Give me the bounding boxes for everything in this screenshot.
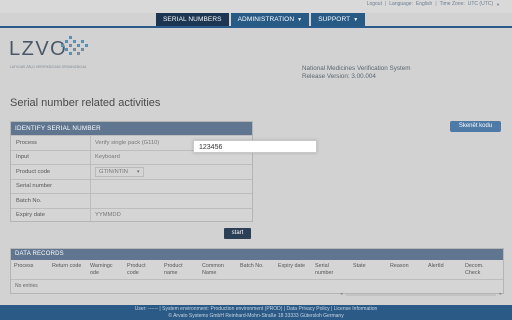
nav-underline bbox=[0, 26, 512, 28]
logo-subtitle: LATVIJAS ZĀĻU VERIFIKĀCIJAS ORGANIZĀCIJA bbox=[10, 65, 87, 69]
column-header[interactable]: Decom. Check bbox=[462, 260, 501, 279]
separator: | bbox=[435, 1, 437, 7]
chevron-down-icon: ▼ bbox=[135, 169, 141, 175]
logo-mark-icon bbox=[61, 36, 88, 55]
column-header[interactable]: Reason bbox=[387, 260, 425, 279]
tab-label: SERIAL NUMBERS bbox=[163, 16, 222, 23]
column-header[interactable]: Batch No. bbox=[237, 260, 275, 279]
top-bar: Logout | Language: English | Time Zone: … bbox=[0, 0, 512, 13]
chevron-down-icon[interactable]: ▼ bbox=[496, 2, 500, 7]
batch-label: Batch No. bbox=[16, 197, 42, 204]
expiry-row: Expiry date YYMMDD bbox=[11, 207, 252, 222]
data-records-panel: DATA RECORDS Process Return code Warning… bbox=[10, 248, 504, 294]
process-value: Verify single pack (G110) bbox=[95, 139, 160, 146]
timezone-select[interactable]: UTC (UTC) bbox=[468, 1, 493, 7]
serial-number-label: Serial number bbox=[16, 183, 53, 190]
serial-input-popup[interactable]: 123456 bbox=[193, 140, 317, 153]
system-name: National Medicines Verification System bbox=[302, 65, 411, 72]
records-table-header: Process Return code Warningc ode Product… bbox=[11, 260, 503, 280]
batch-field[interactable] bbox=[90, 194, 252, 208]
column-header[interactable]: Common Name bbox=[199, 260, 237, 279]
identify-serial-panel: IDENTIFY SERIAL NUMBER Process Verify si… bbox=[10, 121, 253, 222]
empty-message: No entries bbox=[15, 283, 38, 289]
tab-label: SUPPORT bbox=[318, 16, 351, 23]
serial-number-row: Serial number bbox=[11, 178, 252, 193]
logout-link[interactable]: Logout bbox=[367, 1, 382, 7]
main-nav: SERIAL NUMBERS ADMINISTRATION ▼ SUPPORT ▼ bbox=[156, 13, 367, 26]
column-header[interactable]: Product name bbox=[161, 260, 199, 279]
column-header[interactable]: Process bbox=[11, 260, 49, 279]
footer: User: ------ | System environment: Produ… bbox=[0, 305, 512, 320]
process-label: Process bbox=[16, 139, 37, 146]
product-code-cell: GTIN/NTIN ▼ bbox=[90, 165, 252, 179]
product-code-value: GTIN/NTIN bbox=[99, 168, 128, 175]
batch-row: Batch No. bbox=[11, 193, 252, 208]
input-label: Input bbox=[16, 154, 29, 161]
expiry-label: Expiry date bbox=[16, 212, 45, 219]
lzvo-logo: LZVO LATVIJAS ZĀĻU VERIFIKĀCIJAS ORGANIZ… bbox=[9, 36, 88, 69]
expiry-field[interactable]: YYMMDD bbox=[90, 208, 252, 222]
serial-number-field[interactable] bbox=[90, 179, 252, 193]
top-links: Logout | Language: English | Time Zone: … bbox=[367, 1, 500, 7]
column-header[interactable]: Serial number bbox=[312, 260, 350, 279]
scroll-track[interactable] bbox=[346, 294, 496, 296]
records-header: DATA RECORDS bbox=[11, 249, 503, 260]
scroll-left-icon[interactable]: ◂ bbox=[340, 291, 343, 297]
product-code-label: Product code bbox=[16, 168, 51, 175]
column-header[interactable]: AlertId bbox=[425, 260, 462, 279]
footer-copyright: © Arvato Systems GmbH Reinhard-Mohn-Stra… bbox=[168, 312, 344, 319]
panel-header: IDENTIFY SERIAL NUMBER bbox=[11, 122, 252, 135]
separator: | bbox=[384, 1, 387, 7]
start-button[interactable]: start bbox=[224, 228, 251, 239]
language-label: Language: bbox=[389, 1, 413, 7]
chevron-down-icon: ▼ bbox=[297, 17, 303, 23]
tab-label: ADMINISTRATION bbox=[237, 16, 295, 23]
language-select[interactable]: English bbox=[416, 1, 432, 7]
column-header[interactable]: Warningc ode bbox=[87, 260, 124, 279]
scroll-right-icon[interactable]: ▸ bbox=[499, 291, 502, 297]
tab-serial-numbers[interactable]: SERIAL NUMBERS bbox=[156, 13, 229, 26]
horizontal-scrollbar[interactable]: ◂ ▸ bbox=[340, 291, 502, 297]
release-version: Release Version: 3.00.004 bbox=[302, 73, 376, 80]
page-title: Serial number related activities bbox=[10, 97, 161, 109]
timezone-label: Time Zone: bbox=[439, 1, 465, 7]
expiry-placeholder: YYMMDD bbox=[95, 212, 121, 219]
column-header[interactable]: Expiry date bbox=[275, 260, 312, 279]
scan-code-button[interactable]: Skenēt kodu bbox=[450, 121, 501, 132]
input-value: Keyboard bbox=[95, 154, 120, 161]
tab-support[interactable]: SUPPORT ▼ bbox=[311, 13, 366, 26]
chevron-down-icon: ▼ bbox=[353, 17, 359, 23]
column-header[interactable]: Product code bbox=[124, 260, 161, 279]
product-code-row: Product code GTIN/NTIN ▼ bbox=[11, 164, 252, 179]
system-info: National Medicines Verification System R… bbox=[302, 65, 411, 81]
column-header[interactable]: State bbox=[350, 260, 387, 279]
product-code-select[interactable]: GTIN/NTIN ▼ bbox=[95, 166, 145, 177]
tab-administration[interactable]: ADMINISTRATION ▼ bbox=[230, 13, 310, 26]
column-header[interactable]: Return code bbox=[49, 260, 87, 279]
